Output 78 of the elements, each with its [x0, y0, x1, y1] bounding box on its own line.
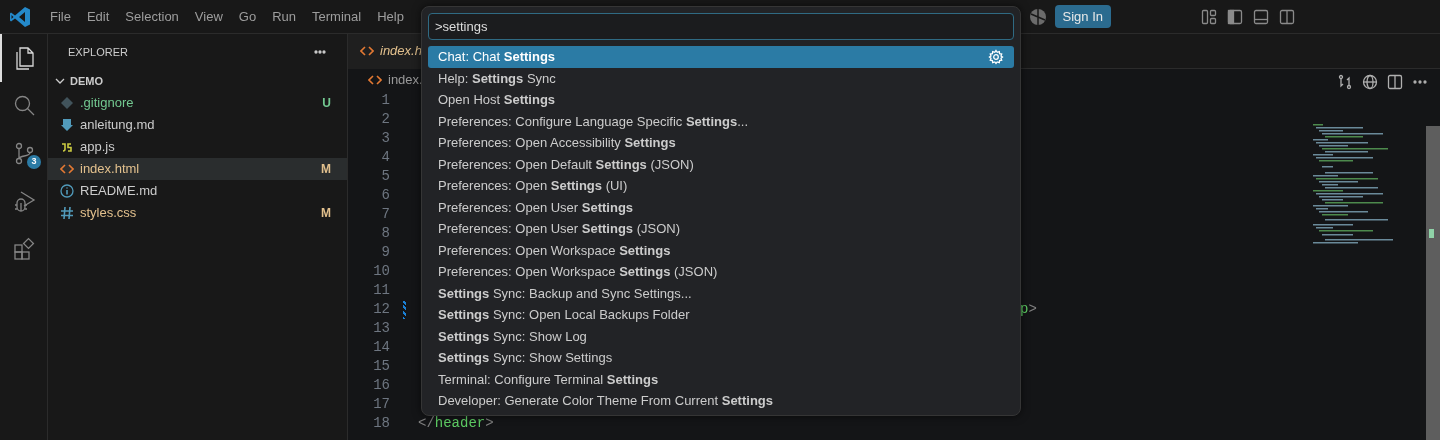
line-number: 8 — [380, 224, 390, 243]
line-number: 17 — [372, 395, 390, 414]
menu-item[interactable]: View — [186, 6, 231, 27]
scrollbar[interactable] — [1426, 126, 1440, 440]
split-editor-icon[interactable] — [1387, 74, 1403, 90]
js-icon — [60, 140, 74, 154]
explorer-entry[interactable]: .gitignore U — [48, 92, 347, 114]
command-item[interactable]: Settings Sync: Show Settings — [428, 347, 1014, 369]
angle-brackets-icon — [60, 162, 74, 176]
angle-brackets-icon — [360, 44, 374, 58]
menu-item[interactable]: Run — [264, 6, 304, 27]
compare-changes-icon[interactable] — [1337, 74, 1353, 90]
explorer-entry[interactable]: README.md — [48, 180, 347, 202]
command-item[interactable]: Help: Settings Sync — [428, 67, 1014, 89]
line-number: 11 — [372, 281, 390, 300]
download-arrow-icon — [60, 118, 74, 132]
minimap-drawing[interactable] — [1311, 124, 1396, 244]
line-number: 5 — [380, 167, 390, 186]
command-item[interactable]: Settings Sync: Backup and Sync Settings... — [428, 282, 1014, 304]
explorer-entry[interactable]: styles.css M — [48, 202, 347, 224]
command-item[interactable]: Preferences: Open Workspace Settings — [428, 239, 1014, 261]
menu-item[interactable]: Edit — [78, 6, 118, 27]
layout-icon[interactable] — [1201, 8, 1217, 25]
command-item[interactable]: Settings Sync: Show Log — [428, 325, 1014, 347]
explorer-entry[interactable]: index.html M — [48, 158, 347, 180]
line-number: 9 — [380, 243, 390, 262]
sign-in-button[interactable]: Sign In — [1054, 4, 1111, 29]
line-number: 18 — [372, 414, 390, 433]
command-item[interactable]: Chat: Chat Settings — [428, 46, 1014, 68]
menu-item[interactable]: Terminal — [304, 6, 370, 27]
line-number: 3 — [380, 129, 390, 148]
menu-item[interactable]: Help — [369, 6, 412, 27]
command-item[interactable]: Preferences: Open Workspace Settings (JSON) — [428, 261, 1014, 283]
folder-header[interactable]: DEMO — [48, 70, 347, 92]
angle-brackets-icon — [368, 73, 382, 87]
line-number: 14 — [372, 338, 390, 357]
panel-toggle-icon[interactable] — [1253, 8, 1269, 25]
git-icon — [60, 96, 74, 110]
menu-item[interactable]: Selection — [117, 6, 187, 27]
menu-item[interactable]: Go — [230, 6, 265, 27]
command-item[interactable]: Preferences: Open Default Settings (JSON) — [428, 153, 1014, 175]
info-icon — [60, 184, 74, 198]
line-number: 1 — [380, 91, 390, 110]
line-number: 10 — [372, 262, 390, 281]
breadcrumb[interactable]: index. — [348, 69, 423, 91]
line-number: 7 — [380, 205, 390, 224]
line-number: 16 — [372, 376, 390, 395]
line-number: 4 — [380, 148, 390, 167]
activity-tab[interactable]: 3 — [0, 130, 47, 178]
command-item[interactable]: Preferences: Open User Settings (JSON) — [428, 218, 1014, 240]
command-item[interactable]: Preferences: Open Settings (UI) — [428, 175, 1014, 197]
hash-icon — [60, 206, 74, 220]
command-input[interactable]: >settings — [428, 13, 1014, 40]
globe-icon[interactable] — [1362, 74, 1378, 90]
line-number: 13 — [372, 319, 390, 338]
menu-item[interactable]: File — [42, 6, 79, 27]
code-text: p> — [1020, 300, 1037, 319]
command-item[interactable]: Settings Sync: Open Local Backups Folder — [428, 304, 1014, 326]
settings-icon[interactable] — [988, 48, 1004, 65]
command-item[interactable]: Terminal: Configure Terminal Settings — [428, 368, 1014, 390]
code-text: </header> — [418, 414, 494, 433]
command-item[interactable]: Developer: Generate Color Theme From Current Settings — [428, 390, 1014, 412]
explorer-entry[interactable]: app.js — [48, 136, 347, 158]
sidebar-toggle-icon[interactable] — [1227, 8, 1243, 25]
command-item[interactable]: Open Host Settings — [428, 89, 1014, 111]
secondary-sidebar-icon[interactable] — [1279, 8, 1295, 25]
line-number: 6 — [380, 186, 390, 205]
line-number: 2 — [380, 110, 390, 129]
explorer-entry[interactable]: anleitung.md — [48, 114, 347, 136]
explorer-title: EXPLORER — [68, 44, 128, 60]
app-logo-icon[interactable] — [8, 4, 32, 29]
line-number: 12 — [372, 300, 390, 319]
scroll-marker — [1429, 229, 1434, 238]
line-number: 15 — [372, 357, 390, 376]
command-item[interactable]: Preferences: Open Accessibility Settings — [428, 132, 1014, 154]
badge-count: 3 — [27, 155, 41, 169]
command-item[interactable]: Preferences: Open User Settings — [428, 196, 1014, 218]
command-item[interactable]: Preferences: Configure Language Specific Settings... — [428, 110, 1014, 132]
